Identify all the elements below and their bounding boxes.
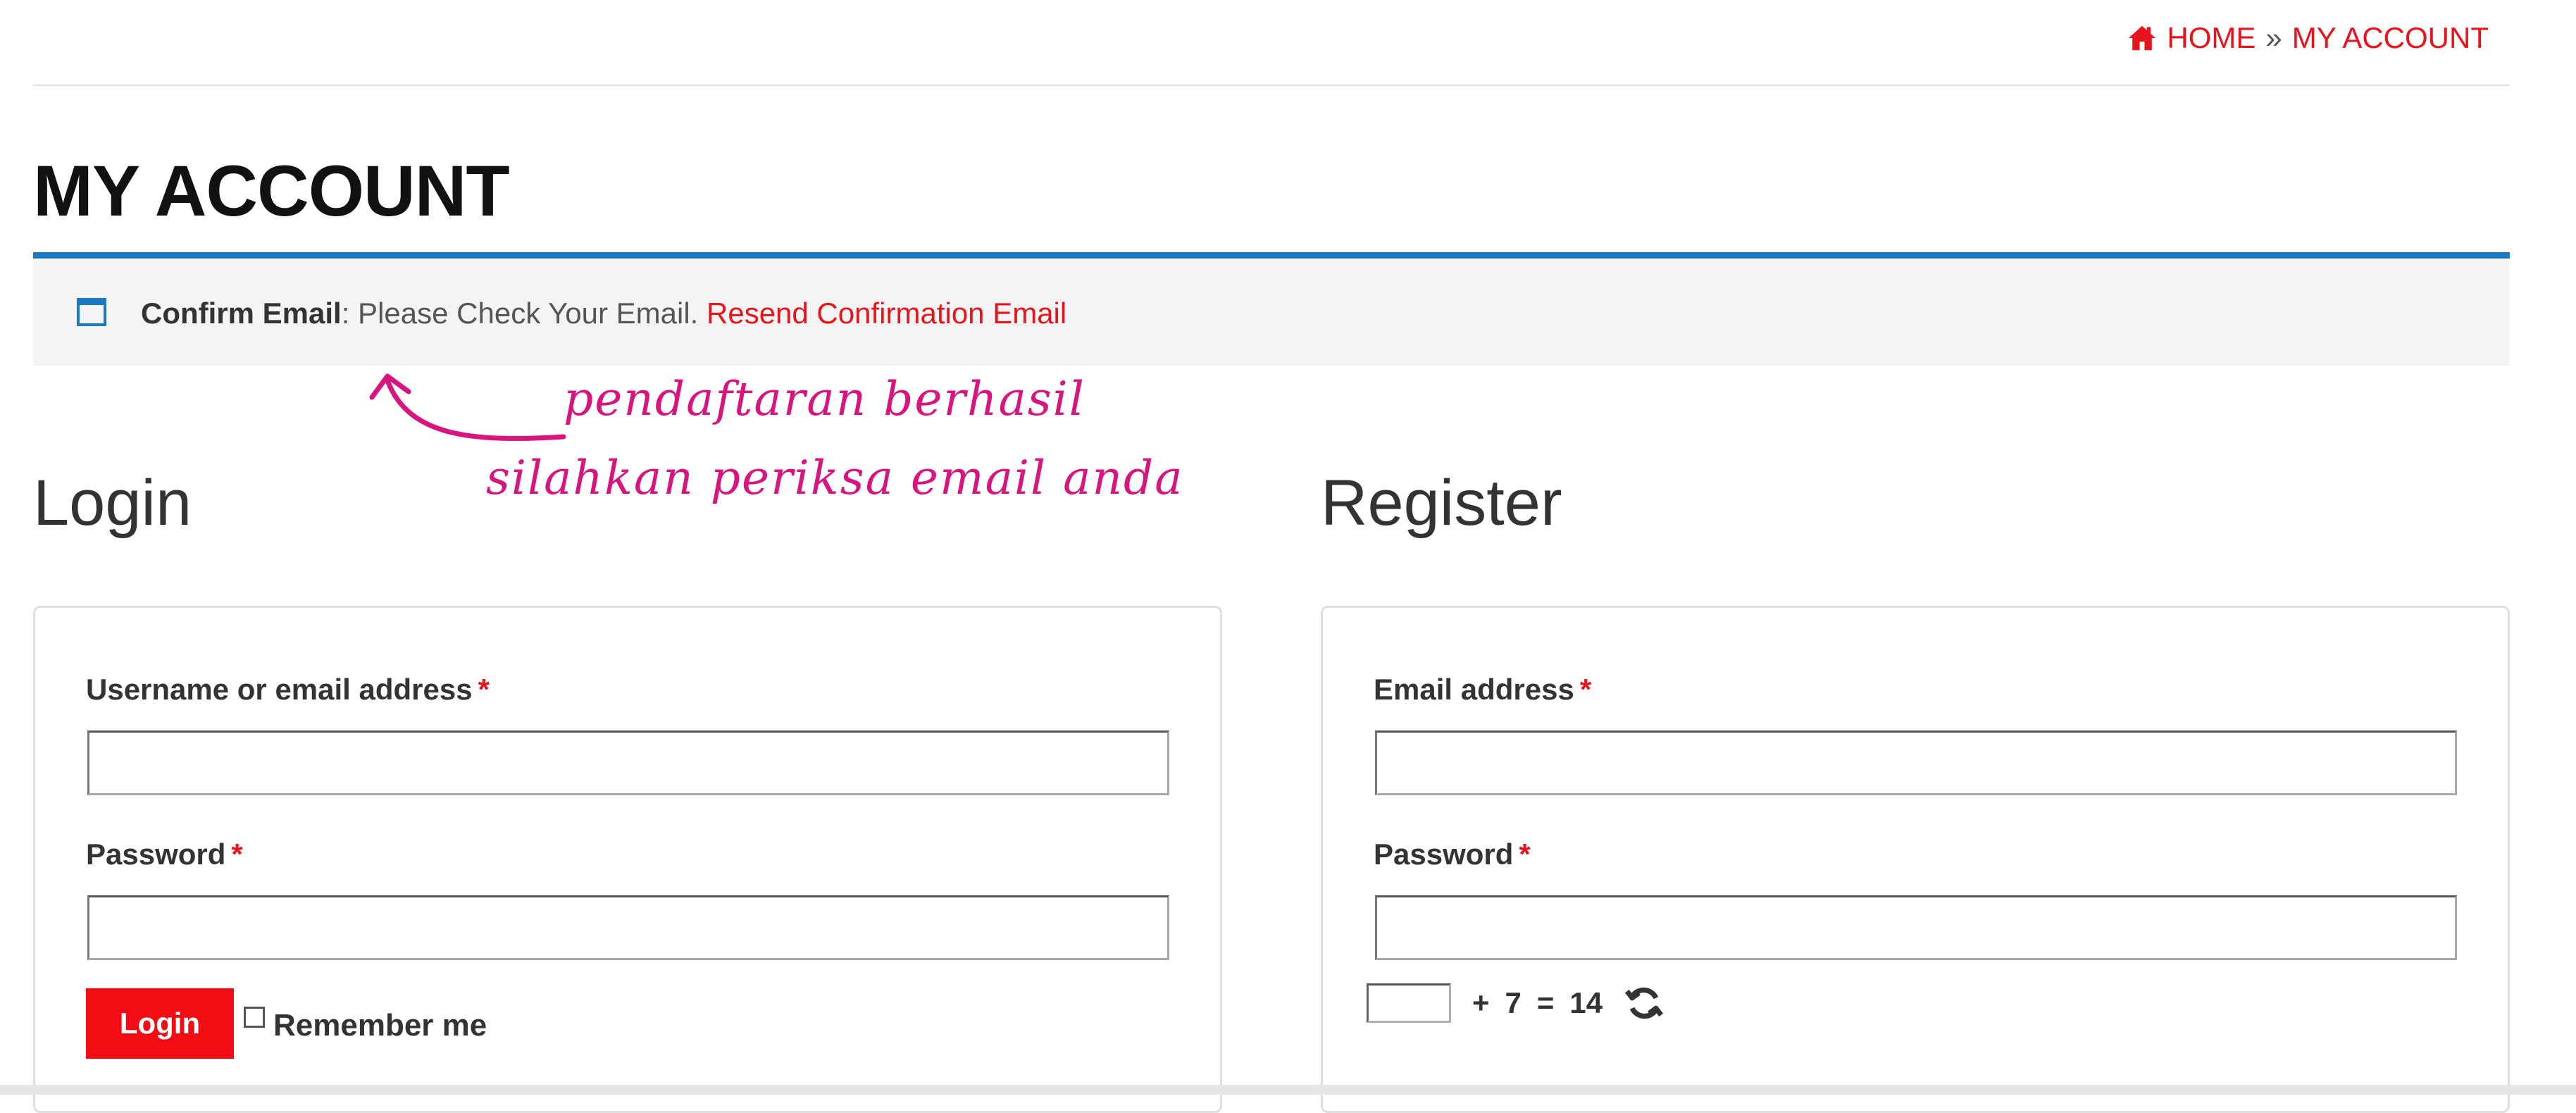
captcha-operator: +: [1472, 986, 1490, 1019]
captcha-operand: 7: [1505, 986, 1522, 1019]
header-divider: [33, 85, 2510, 86]
breadcrumb-home-link[interactable]: HOME: [2167, 21, 2255, 55]
required-mark: *: [478, 673, 490, 706]
remember-me[interactable]: Remember me: [244, 1007, 487, 1043]
annotation-line-2: silahkan periksa email anda: [486, 451, 1184, 505]
breadcrumb-current[interactable]: MY ACCOUNT: [2292, 21, 2489, 55]
resend-confirmation-link[interactable]: Resend Confirmation Email: [707, 297, 1066, 330]
required-mark: *: [1519, 838, 1531, 871]
register-email-input[interactable]: [1375, 730, 2457, 795]
login-button[interactable]: Login: [86, 988, 234, 1059]
confirm-email-notice: Confirm Email: Please Check Your Email. …: [33, 259, 2510, 366]
email-label-text: Email address: [1374, 673, 1574, 706]
captcha-result: 14: [1569, 986, 1603, 1019]
breadcrumb-separator: »: [2265, 21, 2282, 54]
window-icon: [77, 298, 106, 326]
register-password-label-text: Password: [1374, 838, 1514, 871]
notice-text: Confirm Email: Please Check Your Email. …: [141, 297, 1066, 330]
required-mark: *: [231, 838, 243, 871]
bottom-scroll-edge: [0, 1085, 2576, 1095]
title-underline: [33, 252, 2510, 259]
captcha: + 7 = 14: [1367, 983, 1665, 1024]
username-label-text: Username or email address: [86, 673, 473, 706]
register-password-input[interactable]: [1375, 895, 2457, 960]
captcha-input[interactable]: [1367, 983, 1451, 1023]
home-icon[interactable]: [2127, 25, 2157, 51]
register-password-label: Password *: [1374, 838, 1531, 871]
page-title: MY ACCOUNT: [33, 151, 510, 231]
required-mark: *: [1579, 673, 1592, 706]
annotation-line-1: pendaftaran berhasil: [564, 372, 1085, 426]
notice-strong: Confirm Email: [141, 297, 342, 330]
refresh-icon[interactable]: [1624, 983, 1665, 1024]
captcha-equals: =: [1536, 986, 1555, 1019]
register-panel: Email address * Password * + 7 = 14: [1321, 606, 2510, 1113]
annotation-arrow-icon: [369, 373, 566, 441]
remember-me-label: Remember me: [273, 1008, 487, 1043]
login-password-label: Password *: [86, 838, 243, 871]
login-password-label-text: Password: [86, 838, 226, 871]
login-heading: Login: [33, 467, 192, 539]
username-input[interactable]: [87, 730, 1169, 795]
username-label: Username or email address *: [86, 673, 490, 707]
register-heading: Register: [1321, 467, 1562, 539]
breadcrumb: HOME » MY ACCOUNT: [2127, 21, 2489, 55]
login-panel: Username or email address * Password * Log…: [33, 606, 1222, 1113]
login-password-input[interactable]: [87, 895, 1169, 960]
notice-message: : Please Check Your Email.: [341, 297, 699, 330]
email-label: Email address *: [1374, 673, 1591, 707]
remember-me-checkbox[interactable]: [244, 1007, 265, 1028]
